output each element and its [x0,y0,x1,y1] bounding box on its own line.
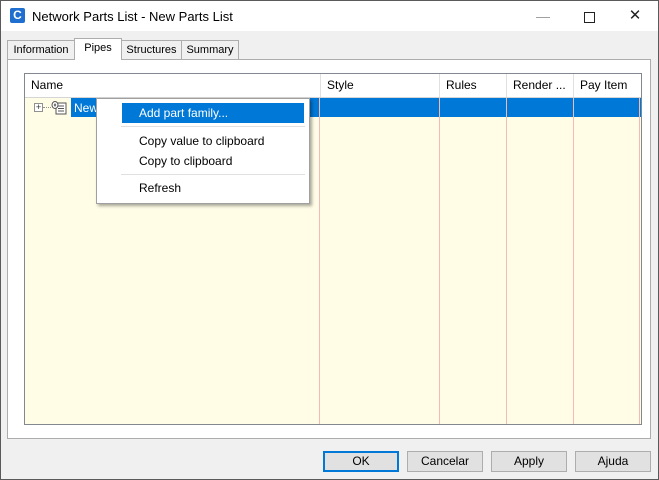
maximize-button[interactable] [566,1,612,31]
ok-button[interactable]: OK [323,451,399,472]
pipe-network-parts-icon [51,101,67,115]
dialog-window: C Network Parts List - New Parts List — … [0,0,659,480]
column-header-rules[interactable]: Rules [440,74,507,97]
help-button[interactable]: Ajuda [575,451,651,472]
tree-connector [43,107,51,108]
tab-information[interactable]: Information [7,40,75,59]
civil3d-app-icon: C [10,8,25,23]
menu-item-refresh[interactable]: Refresh [99,178,305,198]
grid-header: Name Style Rules Render ... Pay Item [25,74,641,98]
apply-button[interactable]: Apply [491,451,567,472]
menu-separator [121,174,305,175]
tab-pipes[interactable]: Pipes [74,38,122,60]
column-header-render[interactable]: Render ... [507,74,574,97]
tab-summary[interactable]: Summary [181,40,239,59]
menu-separator [121,126,305,127]
close-button[interactable]: ✕ [612,1,658,31]
column-divider [319,98,320,424]
column-header-name[interactable]: Name [25,74,321,97]
column-divider [506,98,507,424]
column-divider [639,98,640,424]
column-header-style[interactable]: Style [321,74,440,97]
menu-item-copy-to-clipboard[interactable]: Copy to clipboard [99,151,305,171]
close-icon: ✕ [628,7,642,24]
context-menu: Add part family... Copy value to clipboa… [96,98,310,204]
minimize-icon: — [536,8,550,24]
menu-item-add-part-family[interactable]: Add part family... [122,103,304,123]
column-divider [573,98,574,424]
column-header-pay-item[interactable]: Pay Item [574,74,641,97]
tab-structures[interactable]: Structures [121,40,182,59]
expand-icon[interactable]: + [34,103,43,112]
window-title: Network Parts List - New Parts List [32,9,233,24]
maximize-icon [583,11,595,23]
minimize-button[interactable]: — [520,1,566,31]
tree-node-label[interactable]: New [74,101,98,115]
title-bar[interactable]: C Network Parts List - New Parts List — … [1,1,658,31]
cancel-button[interactable]: Cancelar [407,451,483,472]
menu-item-copy-value[interactable]: Copy value to clipboard [99,131,305,151]
column-divider [439,98,440,424]
